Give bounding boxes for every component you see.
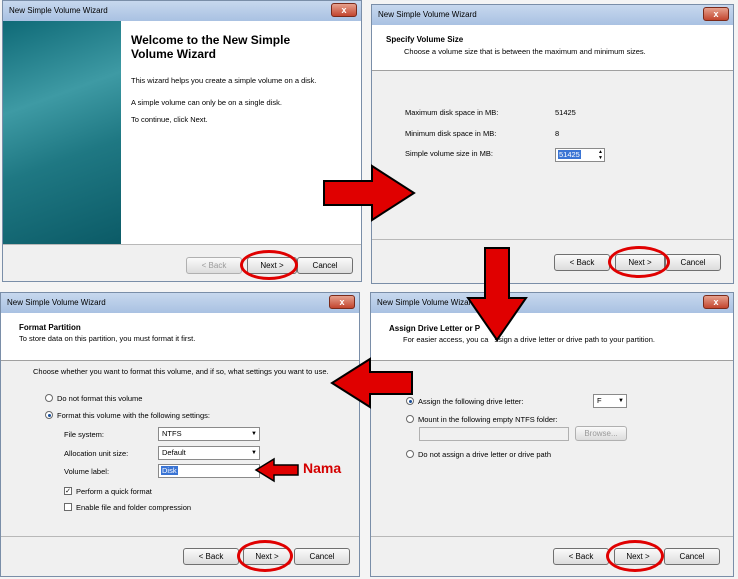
file-system-value: NTFS bbox=[162, 429, 182, 438]
chevron-down-icon: ▼ bbox=[251, 431, 257, 437]
cancel-button[interactable]: Cancel bbox=[297, 257, 353, 274]
title-bar: New Simple Volume Wizard x bbox=[1, 293, 359, 313]
allocation-unit-dropdown[interactable]: Default ▼ bbox=[158, 446, 260, 460]
welcome-line-2: A simple volume can only be on a single … bbox=[131, 98, 282, 107]
button-bar: < Back Next > Cancel bbox=[372, 239, 733, 283]
window-title: New Simple Volume Wizard bbox=[378, 10, 477, 19]
volume-size-spinner[interactable]: 51425 ▲ ▼ bbox=[555, 148, 605, 162]
close-button[interactable]: x bbox=[703, 7, 729, 21]
nama-annotation: Nama bbox=[303, 460, 342, 476]
chevron-down-icon: ▼ bbox=[618, 398, 624, 404]
min-size-label: Minimum disk space in MB: bbox=[405, 129, 497, 138]
button-bar: < Back Next > Cancel bbox=[371, 536, 733, 576]
wizard-sidebar-image bbox=[3, 21, 121, 246]
volume-size-label: Simple volume size in MB: bbox=[405, 149, 493, 158]
back-button[interactable]: < Back bbox=[183, 548, 239, 565]
spinner-arrows-icon[interactable]: ▲ ▼ bbox=[598, 149, 603, 161]
back-button[interactable]: < Back bbox=[553, 548, 609, 565]
do-not-format-radio[interactable] bbox=[45, 394, 53, 402]
page-title: Specify Volume Size bbox=[386, 35, 464, 44]
title-bar: New Simple Volume Wizard x bbox=[372, 5, 733, 25]
no-letter-radio[interactable] bbox=[406, 450, 414, 458]
browse-button[interactable]: Browse... bbox=[575, 426, 627, 441]
allocation-unit-value: Default bbox=[162, 448, 186, 457]
page-subtitle: For easier access, you ca ssign a drive l… bbox=[403, 335, 655, 344]
welcome-line-3: To continue, click Next. bbox=[131, 115, 208, 124]
page-subtitle: Choose a volume size that is between the… bbox=[404, 47, 646, 56]
format-volume-label: Format this volume with the following se… bbox=[57, 411, 210, 420]
page-title: Format Partition bbox=[19, 323, 81, 332]
file-system-dropdown[interactable]: NTFS ▼ bbox=[158, 427, 260, 441]
close-button[interactable]: x bbox=[331, 3, 357, 17]
max-size-label: Maximum disk space in MB: bbox=[405, 108, 499, 117]
min-size-value: 8 bbox=[555, 129, 560, 138]
format-intro-text: Choose whether you want to format this v… bbox=[33, 367, 329, 376]
close-button[interactable]: x bbox=[329, 295, 355, 309]
drive-letter-value: F bbox=[597, 396, 602, 405]
cancel-button[interactable]: Cancel bbox=[665, 254, 721, 271]
label-arrow-annotation bbox=[254, 457, 299, 483]
volume-label-input[interactable]: Disk bbox=[158, 464, 260, 478]
allocation-unit-label: Allocation unit size: bbox=[64, 449, 129, 458]
close-button[interactable]: x bbox=[703, 295, 729, 309]
title-bar: New Simple Volume Wizard x bbox=[371, 293, 733, 313]
mount-folder-radio[interactable] bbox=[406, 415, 414, 423]
compression-checkbox[interactable] bbox=[64, 503, 72, 511]
mount-folder-path-input[interactable] bbox=[419, 427, 569, 441]
cancel-button[interactable]: Cancel bbox=[664, 548, 720, 565]
max-size-value: 51425 bbox=[555, 108, 576, 117]
button-bar: < Back Next > Cancel bbox=[3, 244, 361, 281]
window-title: New Simple Volume Wizard bbox=[7, 298, 106, 307]
mount-folder-label: Mount in the following empty NTFS folder… bbox=[418, 415, 558, 424]
window-title: New Simple Volume Wizard bbox=[9, 6, 108, 15]
cancel-button[interactable]: Cancel bbox=[294, 548, 350, 565]
back-button[interactable]: < Back bbox=[554, 254, 610, 271]
quick-format-label: Perform a quick format bbox=[76, 487, 152, 496]
window-title: New Simple Volume Wizard bbox=[377, 298, 476, 307]
drive-letter-wizard-window: New Simple Volume Wizard x Assign Drive … bbox=[370, 292, 734, 577]
left-arrow-annotation bbox=[330, 357, 413, 409]
title-bar: New Simple Volume Wizard x bbox=[3, 1, 361, 21]
page-subtitle: To store data on this partition, you mus… bbox=[19, 334, 196, 343]
quick-format-checkbox[interactable]: ✓ bbox=[64, 487, 72, 495]
next-highlight-ring bbox=[608, 246, 670, 278]
volume-label-value: Disk bbox=[161, 466, 178, 475]
next-highlight-ring bbox=[237, 540, 293, 572]
welcome-line-1: This wizard helps you create a simple vo… bbox=[131, 76, 317, 85]
compression-label: Enable file and folder compression bbox=[76, 503, 192, 512]
volume-size-value: 51425 bbox=[558, 150, 581, 159]
volume-size-wizard-window: New Simple Volume Wizard x Specify Volum… bbox=[371, 4, 734, 284]
wizard-header: Specify Volume Size Choose a volume size… bbox=[372, 25, 733, 71]
file-system-label: File system: bbox=[64, 430, 105, 439]
back-button[interactable]: < Back bbox=[186, 257, 242, 274]
next-highlight-ring bbox=[240, 250, 298, 280]
wizard-header: Format Partition To store data on this p… bbox=[1, 313, 359, 361]
format-volume-radio[interactable] bbox=[45, 411, 53, 419]
button-bar: < Back Next > Cancel bbox=[1, 536, 359, 576]
welcome-wizard-window: New Simple Volume Wizard x Welcome to th… bbox=[2, 0, 362, 282]
format-partition-wizard-window: New Simple Volume Wizard x Format Partit… bbox=[0, 292, 360, 577]
wizard-header: Assign Drive Letter or P For easier acce… bbox=[371, 313, 733, 361]
drive-letter-dropdown[interactable]: F ▼ bbox=[593, 394, 627, 408]
right-arrow-annotation bbox=[323, 164, 416, 222]
down-arrow-annotation bbox=[466, 247, 528, 342]
volume-label-label: Volume label: bbox=[64, 467, 110, 476]
next-highlight-ring bbox=[606, 540, 664, 572]
assign-letter-label: Assign the following drive letter: bbox=[418, 397, 524, 406]
welcome-heading: Welcome to the New Simple Volume Wizard bbox=[131, 33, 291, 61]
do-not-format-label: Do not format this volume bbox=[57, 394, 143, 403]
no-letter-label: Do not assign a drive letter or drive pa… bbox=[418, 450, 551, 459]
